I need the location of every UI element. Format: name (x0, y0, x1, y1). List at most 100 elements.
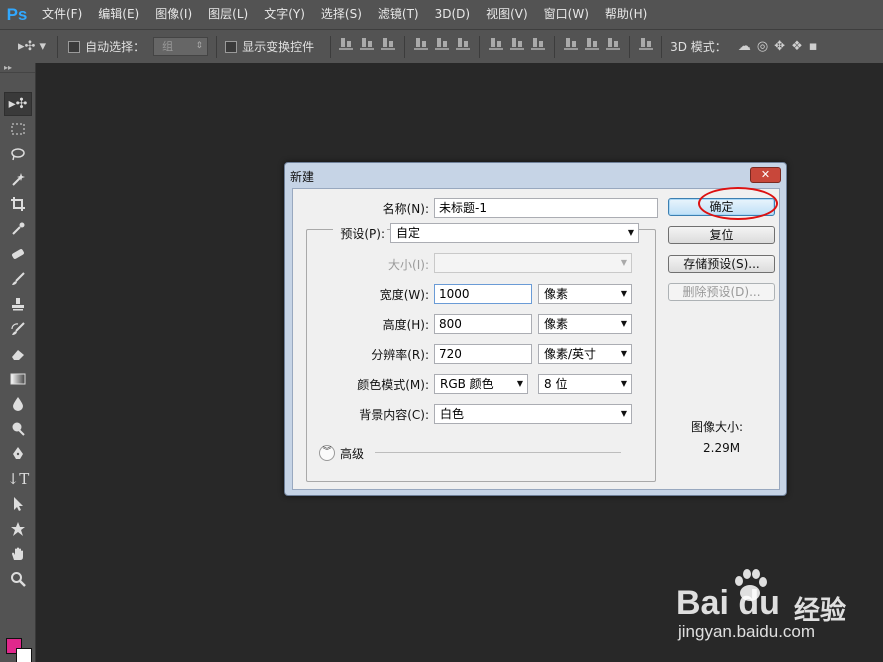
new-document-dialog: 新建 ✕ 名称(N): 未标题-1 预设(P): 自定 ▼ 大小(I): ▼ 宽… (284, 162, 787, 496)
menu-file[interactable]: 文件(F) (34, 0, 90, 29)
menu-window[interactable]: 窗口(W) (536, 0, 597, 29)
3d-rotate-icon[interactable]: ☁ (738, 39, 751, 54)
size-label: 大小(I): (388, 258, 429, 272)
menu-select[interactable]: 选择(S) (313, 0, 370, 29)
chevron-down-icon: ▼ (627, 228, 634, 237)
baidu-jingyan-watermark: Bai du 经验 jingyan.baidu.com (676, 566, 876, 646)
preset-dropdown[interactable]: 自定 ▼ (390, 223, 639, 243)
menu-view[interactable]: 视图(V) (478, 0, 536, 29)
crop-tool-icon[interactable] (4, 192, 32, 216)
options-bar: ▸✣ ▾ 自动选择： 组 显示变换控件 3D 模式： ☁ ◎ ✥ ❖ ▪ (0, 29, 883, 63)
auto-select-label: 自动选择： (85, 40, 146, 54)
3d-slide-icon[interactable]: ❖ (791, 39, 803, 54)
resolution-unit-dropdown[interactable]: 像素/英寸 ▼ (538, 344, 632, 364)
height-label: 高度(H): (382, 318, 429, 332)
highlight-annotation (698, 187, 778, 220)
advanced-expand-icon[interactable]: ︾ (319, 445, 335, 461)
delete-preset-button: 删除预设(D)... (668, 283, 775, 301)
width-unit-dropdown[interactable]: 像素 ▼ (538, 284, 632, 304)
divider (330, 35, 332, 58)
pen-tool-icon[interactable] (4, 442, 32, 466)
background-contents-label: 背景内容(C): (359, 408, 429, 422)
zoom-tool-icon[interactable] (4, 567, 32, 591)
3d-scale-icon[interactable]: ▪ (809, 39, 818, 54)
align-left-icon[interactable] (414, 36, 429, 50)
height-unit-dropdown[interactable]: 像素 ▼ (538, 314, 632, 334)
reset-button[interactable]: 复位 (668, 226, 775, 244)
name-label: 名称(N): (382, 202, 429, 216)
chevron-down-icon: ▼ (620, 379, 627, 388)
distribute-right-icon[interactable] (606, 36, 621, 50)
panel-collapse-icon[interactable]: ▸▸ (0, 63, 35, 73)
background-color-swatch[interactable] (16, 648, 32, 662)
menu-type[interactable]: 文字(Y) (256, 0, 313, 29)
name-input[interactable]: 未标题-1 (434, 198, 658, 218)
distribute-bottom-icon[interactable] (531, 36, 546, 50)
brush-tool-icon[interactable] (4, 267, 32, 291)
shape-tool-icon[interactable] (4, 517, 32, 541)
dodge-tool-icon[interactable] (4, 417, 32, 441)
type-tool-icon[interactable]: ↓T (4, 467, 32, 491)
save-preset-button[interactable]: 存储预设(S)... (668, 255, 775, 273)
menu-3d[interactable]: 3D(D) (427, 0, 478, 29)
menu-image[interactable]: 图像(I) (147, 0, 200, 29)
auto-select-checkbox[interactable] (68, 40, 81, 53)
move-tool-icon[interactable]: ▸✣ (4, 92, 32, 116)
size-dropdown[interactable]: ▼ (434, 253, 632, 273)
resolution-input[interactable]: 720 (434, 344, 532, 364)
divider (216, 35, 218, 58)
eyedropper-tool-icon[interactable] (4, 217, 32, 241)
menu-bar: Ps 文件(F) 编辑(E) 图像(I) 图层(L) 文字(Y) 选择(S) 滤… (0, 0, 883, 29)
path-selection-tool-icon[interactable] (4, 492, 32, 516)
distribute-hcenter-icon[interactable] (585, 36, 600, 50)
preset-label: 预设(P): (333, 225, 387, 242)
distribute-top-icon[interactable] (489, 36, 504, 50)
align-right-icon[interactable] (456, 36, 471, 50)
divider (479, 35, 481, 58)
blur-tool-icon[interactable] (4, 392, 32, 416)
menu-filter[interactable]: 滤镜(T) (370, 0, 427, 29)
advanced-divider (375, 452, 621, 453)
watermark-url: jingyan.baidu.com (678, 622, 816, 641)
divider (629, 35, 631, 58)
bit-depth-value: 8 位 (544, 377, 568, 391)
menu-edit[interactable]: 编辑(E) (90, 0, 147, 29)
marquee-tool-icon[interactable] (4, 117, 32, 141)
eraser-tool-icon[interactable] (4, 342, 32, 366)
align-top-icon[interactable] (339, 36, 354, 50)
history-brush-tool-icon[interactable] (4, 317, 32, 341)
divider (554, 35, 556, 58)
color-mode-dropdown[interactable]: RGB 颜色 ▼ (434, 374, 528, 394)
gradient-tool-icon[interactable] (4, 367, 32, 391)
hand-tool-icon[interactable] (4, 542, 32, 566)
move-tool-preset-icon[interactable]: ▸✣ ▾ (18, 39, 46, 54)
advanced-label[interactable]: 高级 (340, 445, 364, 462)
magic-wand-tool-icon[interactable] (4, 167, 32, 191)
chevron-down-icon: ▼ (620, 349, 627, 358)
height-input[interactable]: 800 (434, 314, 532, 334)
clone-stamp-tool-icon[interactable] (4, 292, 32, 316)
menu-layer[interactable]: 图层(L) (200, 0, 256, 29)
close-icon[interactable]: ✕ (750, 167, 781, 183)
lasso-tool-icon[interactable] (4, 142, 32, 166)
bit-depth-dropdown[interactable]: 8 位 ▼ (538, 374, 632, 394)
chevron-down-icon: ▼ (620, 319, 627, 328)
show-transform-checkbox[interactable] (225, 40, 238, 53)
width-input[interactable]: 1000 (434, 284, 532, 304)
menu-help[interactable]: 帮助(H) (597, 0, 655, 29)
distribute-left-icon[interactable] (564, 36, 579, 50)
align-hcenter-icon[interactable] (435, 36, 450, 50)
3d-pan-icon[interactable]: ✥ (774, 39, 785, 54)
align-buttons (339, 35, 654, 58)
resolution-unit-value: 像素/英寸 (544, 347, 597, 361)
auto-align-icon[interactable] (639, 36, 654, 50)
healing-brush-tool-icon[interactable] (4, 242, 32, 266)
align-vcenter-icon[interactable] (360, 36, 375, 50)
align-bottom-icon[interactable] (381, 36, 396, 50)
background-contents-dropdown[interactable]: 白色 ▼ (434, 404, 632, 424)
paw-icon (735, 569, 767, 601)
auto-select-dropdown[interactable]: 组 (153, 37, 209, 56)
3d-roll-icon[interactable]: ◎ (757, 39, 768, 54)
distribute-vcenter-icon[interactable] (510, 36, 525, 50)
photoshop-logo: Ps (6, 4, 28, 24)
